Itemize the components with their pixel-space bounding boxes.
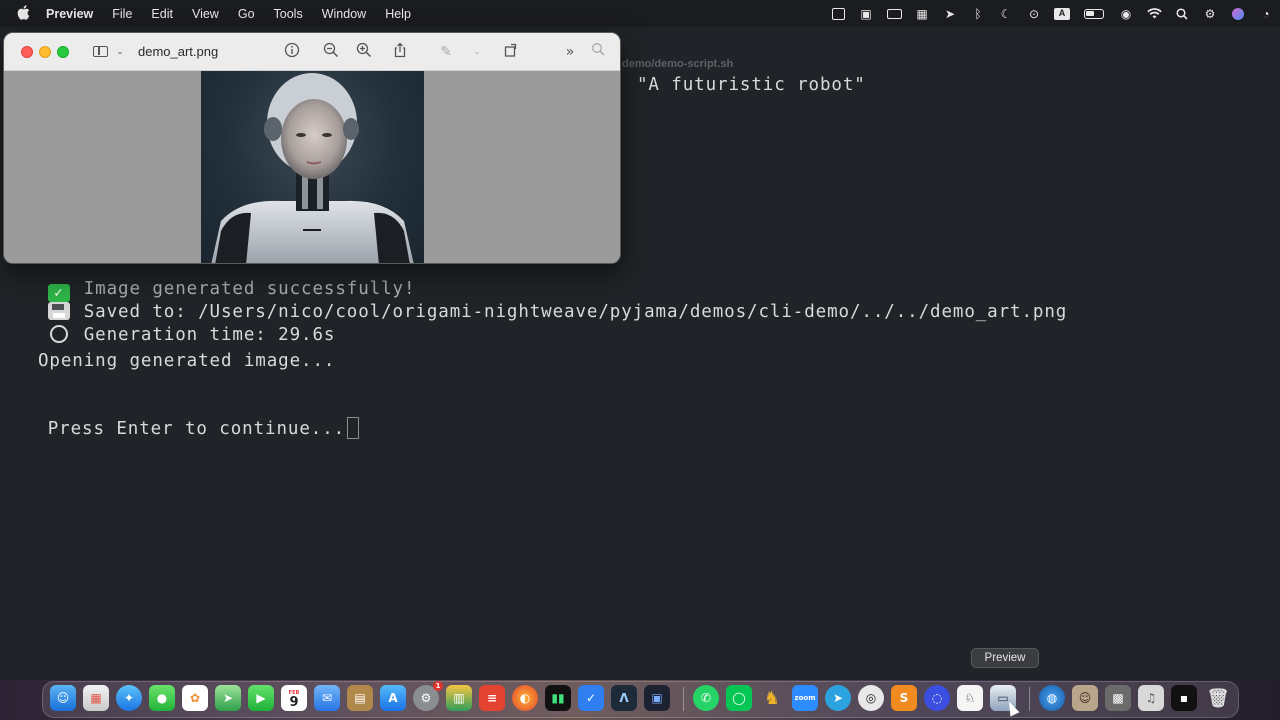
terminal-line-opening: Opening generated image... — [38, 351, 336, 371]
menu-window[interactable]: Window — [322, 7, 366, 21]
display-icon[interactable] — [824, 0, 852, 27]
tasks-icon[interactable]: ✓ — [578, 685, 604, 711]
mail-icon[interactable]: ✉ — [314, 685, 340, 711]
stopwatch-icon — [49, 325, 68, 343]
markup-chevron-icon[interactable]: ⌄ — [467, 42, 487, 62]
globe-icon[interactable]: ◍ — [1039, 685, 1065, 711]
user-icon[interactable]: ◉ — [1112, 0, 1140, 27]
menu-go[interactable]: Go — [238, 7, 255, 21]
terminal-title: demo/demo-script.sh — [622, 58, 734, 70]
terminal-app-icon[interactable]: ▣ — [644, 685, 670, 711]
battery-icon[interactable] — [1076, 0, 1112, 27]
safari-icon[interactable]: ✦ — [116, 685, 142, 711]
calendar-icon[interactable]: ▣ — [852, 0, 880, 27]
menu-view[interactable]: View — [192, 7, 219, 21]
close-button[interactable] — [21, 46, 33, 58]
sublime-icon[interactable]: S — [891, 685, 917, 711]
system-settings-icon[interactable]: ⚙ 1 — [413, 681, 443, 711]
control-center-icon[interactable]: ⚙ — [1196, 0, 1224, 27]
photos-icon[interactable]: ✿ — [182, 685, 208, 711]
menu-bar: Preview File Edit View Go Tools Window H… — [0, 0, 1280, 27]
clock-icon[interactable]: ◔ — [1252, 0, 1280, 27]
chevron-down-icon[interactable]: ⌄ — [110, 42, 130, 62]
info-icon[interactable] — [282, 42, 302, 62]
music-icon[interactable]: ♫ — [1138, 685, 1164, 711]
notes-icon[interactable]: ▤ — [347, 685, 373, 711]
terminal-line-press-enter: Press Enter to continue... — [2, 397, 360, 459]
dock-tooltip: Preview — [971, 648, 1039, 668]
photo-thumbnail-icon[interactable]: ▩ — [1105, 685, 1131, 711]
more-icon[interactable]: » — [560, 42, 580, 62]
notification-badge: 1 — [433, 681, 443, 691]
facetime-icon[interactable]: ▶ — [248, 685, 274, 711]
zoom-in-icon[interactable] — [354, 42, 374, 62]
minimize-button[interactable] — [39, 46, 51, 58]
trash-icon[interactable]: 🗑 — [1205, 685, 1231, 711]
finder-icon[interactable]: ☺ — [50, 685, 76, 711]
wifi-icon[interactable] — [1140, 0, 1168, 27]
launchpad-icon[interactable]: ▦ — [83, 685, 109, 711]
dock-separator — [683, 687, 684, 711]
zoom-out-icon[interactable] — [321, 42, 341, 62]
audio-app-icon[interactable]: ▮▮ — [545, 685, 571, 711]
telegram-app-icon[interactable]: ➤ — [825, 685, 851, 711]
avatar-app-icon[interactable]: ☺ — [1072, 685, 1098, 711]
messages-icon[interactable]: ● — [149, 685, 175, 711]
moon-icon[interactable]: ☾ — [992, 0, 1020, 27]
ollama-icon[interactable]: ◎ — [858, 685, 884, 711]
whatsapp-icon[interactable]: ✆ — [693, 685, 719, 711]
app-store-icon[interactable]: A — [380, 685, 406, 711]
telegram-icon[interactable]: ➤ — [936, 0, 964, 27]
llama-icon[interactable]: ♘ — [957, 685, 983, 711]
dock-separator — [1029, 687, 1030, 711]
terminal-prompt-text: "A futuristic robot" — [637, 75, 866, 95]
menu-tools[interactable]: Tools — [274, 7, 303, 21]
preview-canvas — [4, 71, 620, 263]
giraffe-icon[interactable]: ♞ — [759, 685, 785, 711]
preview-toolbar: ⌄ demo_art.png ✎ ⌄ » — [4, 33, 620, 71]
monitor-icon[interactable] — [880, 0, 908, 27]
terminal-cursor — [347, 417, 360, 439]
input-source-label: A — [1054, 7, 1070, 20]
play-icon[interactable]: ⊙ — [1020, 0, 1048, 27]
menu-file[interactable]: File — [112, 7, 132, 21]
search-icon[interactable] — [588, 42, 608, 62]
vector-app-icon[interactable]: Λ — [611, 685, 637, 711]
firefox-icon[interactable]: ◐ — [512, 685, 538, 711]
maps-icon[interactable]: ➤ — [215, 685, 241, 711]
zoom-icon[interactable]: zoom — [792, 685, 818, 711]
rotate-icon[interactable] — [501, 42, 521, 62]
todoist-icon[interactable]: ≡ — [479, 685, 505, 711]
bluetooth-icon[interactable]: ᛒ — [964, 0, 992, 27]
keyboard-icon[interactable]: ▦ — [908, 0, 936, 27]
menu-app-name[interactable]: Preview — [46, 7, 93, 21]
robot-image[interactable] — [201, 71, 424, 263]
search-icon[interactable] — [1168, 0, 1196, 27]
sheets-icon[interactable]: ▥ — [446, 685, 472, 711]
siri-icon[interactable] — [1224, 0, 1252, 27]
share-icon[interactable] — [390, 42, 410, 62]
line-icon[interactable]: ◯ — [726, 685, 752, 711]
maximize-button[interactable] — [57, 46, 69, 58]
sidebar-toggle-icon[interactable] — [90, 42, 110, 62]
preview-window[interactable]: ⌄ demo_art.png ✎ ⌄ » — [3, 32, 621, 264]
screen-thumbnail-icon[interactable]: ▪ — [1171, 685, 1197, 711]
apple-menu-icon[interactable] — [0, 4, 46, 23]
signal-icon[interactable]: ◌ — [924, 685, 950, 711]
menu-edit[interactable]: Edit — [151, 7, 173, 21]
calendar-icon[interactable]: FEB 9 — [281, 685, 307, 711]
preview-filename: demo_art.png — [138, 44, 219, 59]
status-area: ▣ ▦ ➤ ᛒ ☾ ⊙ A ◉ ⚙ ◔ — [824, 0, 1280, 27]
menu-help[interactable]: Help — [385, 7, 411, 21]
input-source-icon[interactable]: A — [1048, 0, 1076, 27]
markup-icon[interactable]: ✎ — [436, 42, 456, 62]
calendar-day: 9 — [289, 695, 299, 710]
